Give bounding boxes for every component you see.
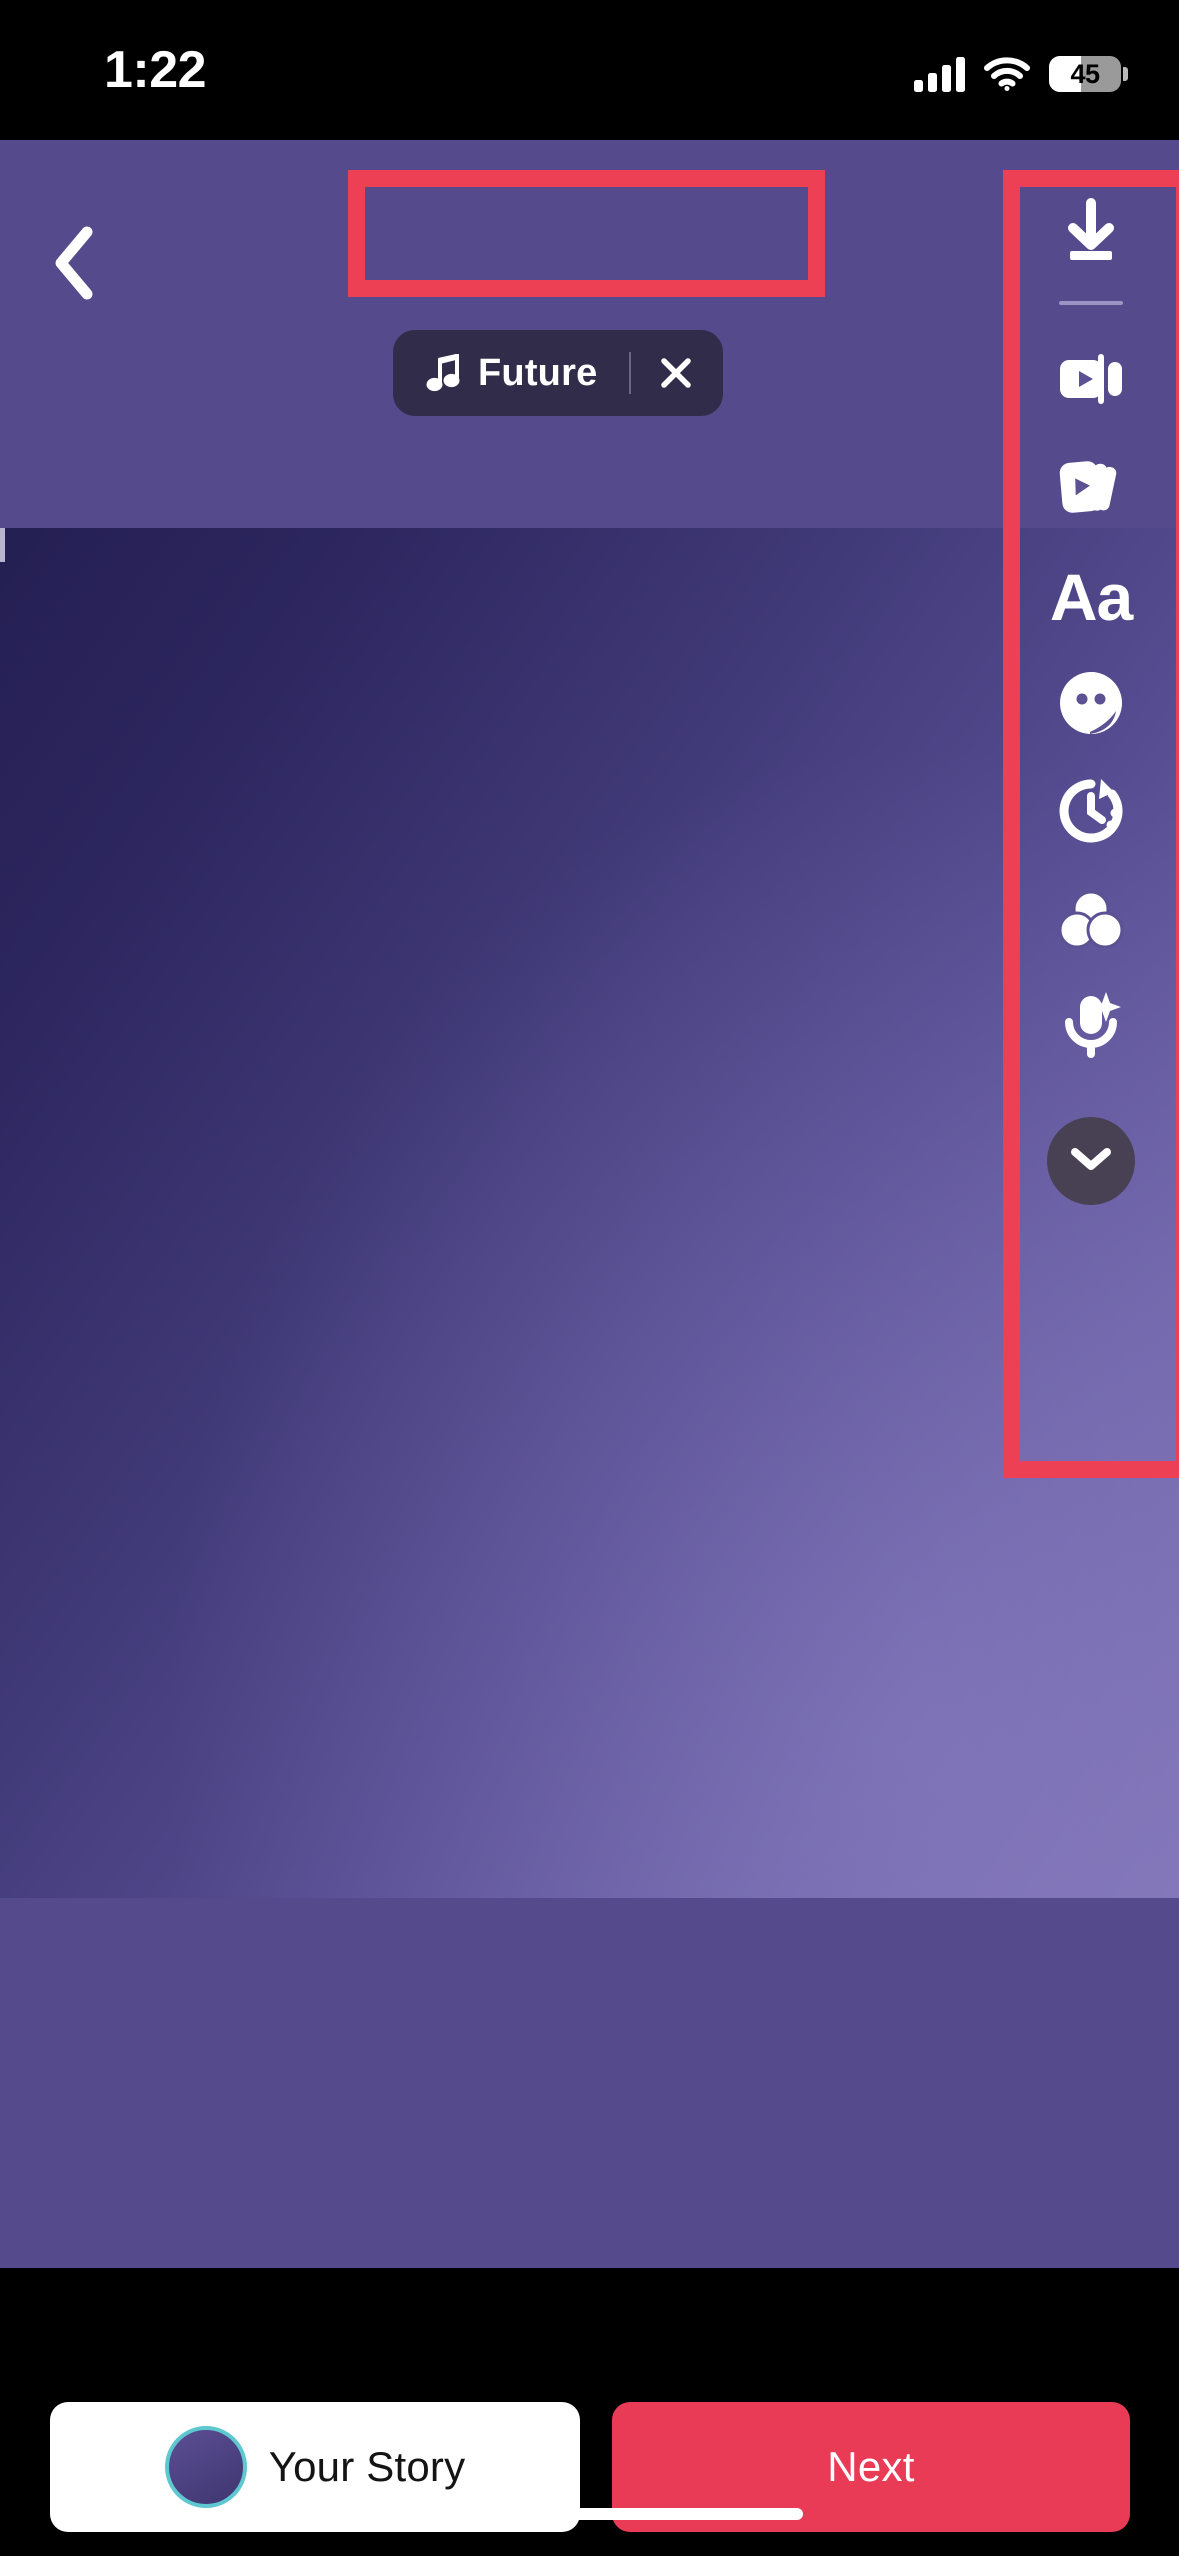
chevron-down-icon [1069,1144,1113,1179]
next-label: Next [827,2443,915,2490]
signal-bars-icon [914,56,965,92]
editing-toolbar: Aa [1013,180,1169,1205]
add-text-button[interactable]: Aa [1037,543,1145,651]
battery-nub [1123,67,1128,81]
music-track-title: Future [478,351,598,394]
chip-divider [629,352,632,394]
video-trim-icon [1054,342,1128,421]
music-note-icon [425,353,461,393]
add-sticker-button[interactable] [1037,651,1145,759]
canvas-edge-marker [0,528,5,562]
battery-percent: 45 [1070,58,1100,89]
music-track-chip[interactable]: Future [393,330,724,416]
composer-area: Future Aa [0,140,1179,2268]
home-indicator[interactable] [376,2508,803,2520]
microphone-sparkle-icon [1054,990,1128,1069]
story-canvas[interactable] [0,528,1179,1898]
wifi-icon [984,56,1030,92]
toolbar-more-button[interactable] [1047,1117,1135,1205]
trim-video-button[interactable] [1037,327,1145,435]
toolbar-divider [1059,301,1123,305]
close-x-icon[interactable] [659,356,693,390]
chevron-left-icon [49,224,97,307]
story-composer-screen: Future Aa 1:22 45 Your Story Next [0,0,1179,2556]
avatar [164,2426,247,2508]
text-aa-icon: Aa [1049,560,1133,634]
download-icon [1054,195,1128,274]
cards-stack-icon [1054,450,1128,529]
layout-cards-button[interactable] [1037,435,1145,543]
back-button[interactable] [30,222,116,308]
your-story-label: Your Story [268,2443,466,2490]
filters-circles-icon [1054,882,1128,961]
status-indicators: 45 [914,46,1128,102]
set-timer-button[interactable] [1037,759,1145,867]
battery-icon: 45 [1049,56,1128,92]
status-bar: 1:22 45 [0,0,1179,140]
voice-effects-button[interactable] [1037,975,1145,1083]
status-time: 1:22 [104,41,207,99]
timer-clock-icon [1054,774,1128,853]
apply-filters-button[interactable] [1037,867,1145,975]
save-to-device-button[interactable] [1037,180,1145,288]
sticker-smiley-icon [1054,666,1128,745]
